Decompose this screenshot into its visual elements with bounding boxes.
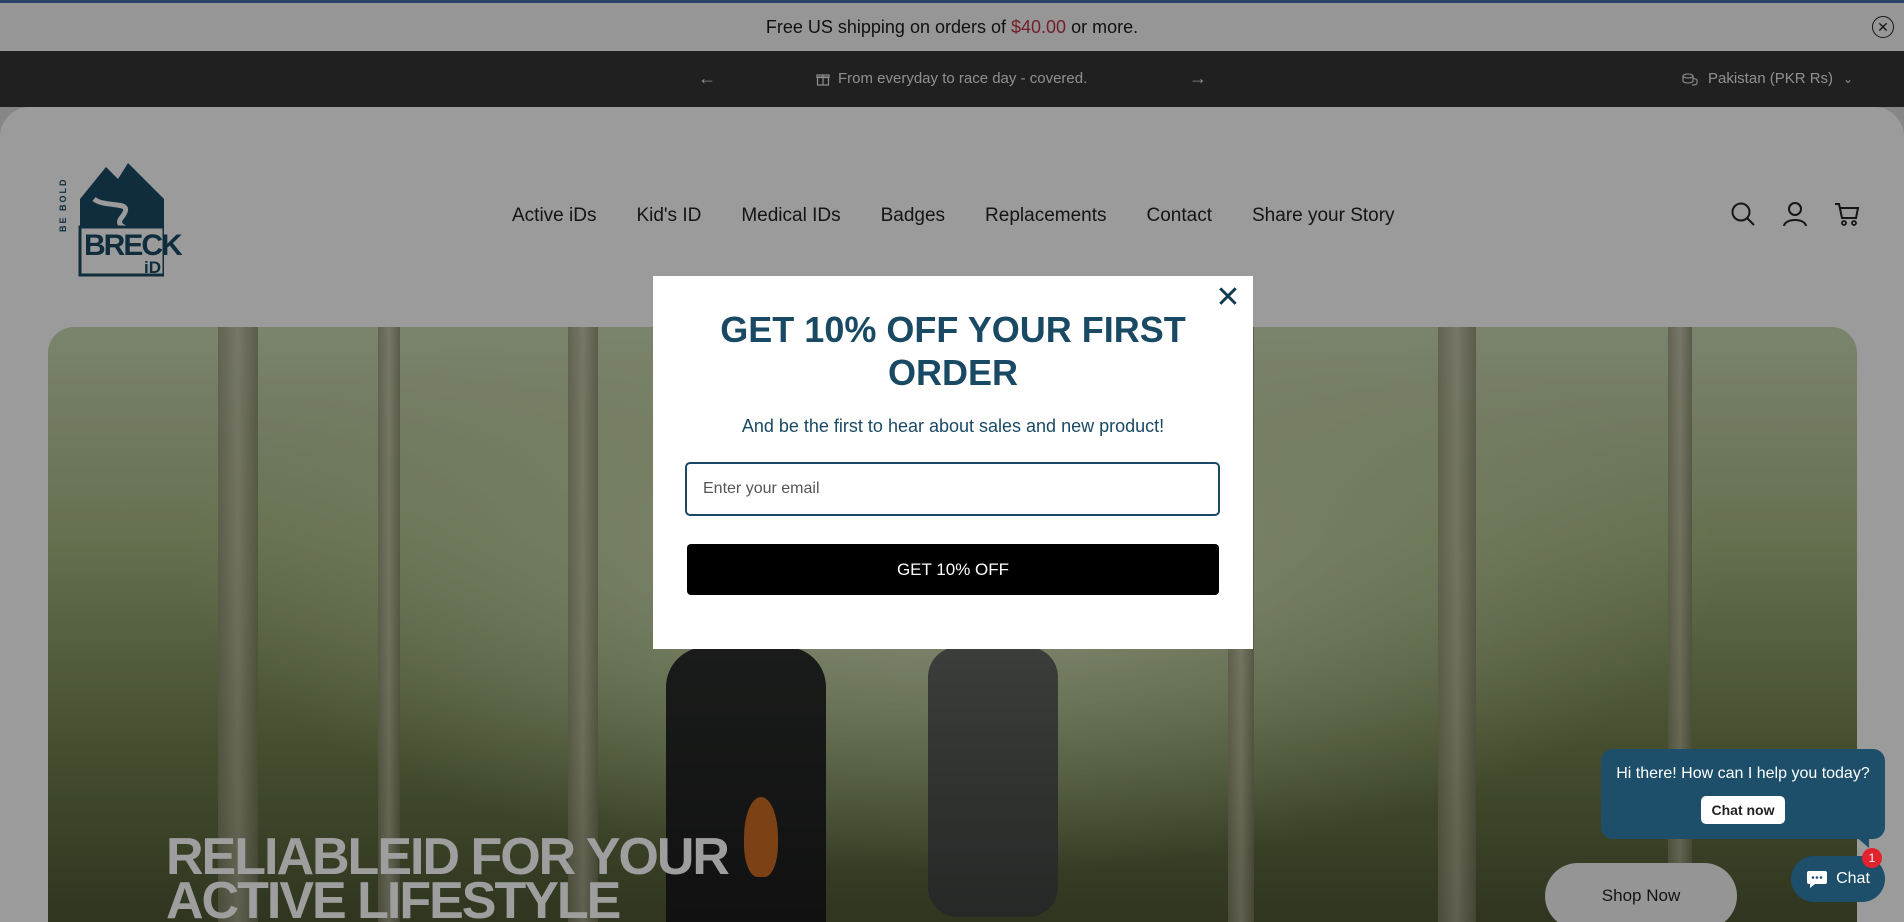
get-discount-button[interactable]: GET 10% OFF bbox=[687, 544, 1219, 595]
popup-title: GET 10% OFF YOUR FIRST ORDER bbox=[720, 309, 1186, 393]
chat-bubble-tail bbox=[1855, 836, 1869, 848]
chat-greeting-text: Hi there! How can I help you today? bbox=[1616, 765, 1870, 782]
chat-greeting-bubble: Hi there! How can I help you today? Chat… bbox=[1601, 749, 1885, 839]
discount-popup: ✕ GET 10% OFF YOUR FIRST ORDER And be th… bbox=[653, 276, 1253, 649]
email-field[interactable]: Enter your email bbox=[685, 462, 1220, 516]
close-icon[interactable]: ✕ bbox=[1215, 283, 1241, 313]
chat-icon bbox=[1807, 871, 1828, 888]
chat-unread-badge: 1 bbox=[1862, 848, 1882, 868]
chat-launcher-label: Chat bbox=[1836, 870, 1870, 887]
popup-subtitle: And be the first to hear about sales and… bbox=[741, 416, 1165, 436]
chat-now-button[interactable]: Chat now bbox=[1701, 796, 1785, 824]
